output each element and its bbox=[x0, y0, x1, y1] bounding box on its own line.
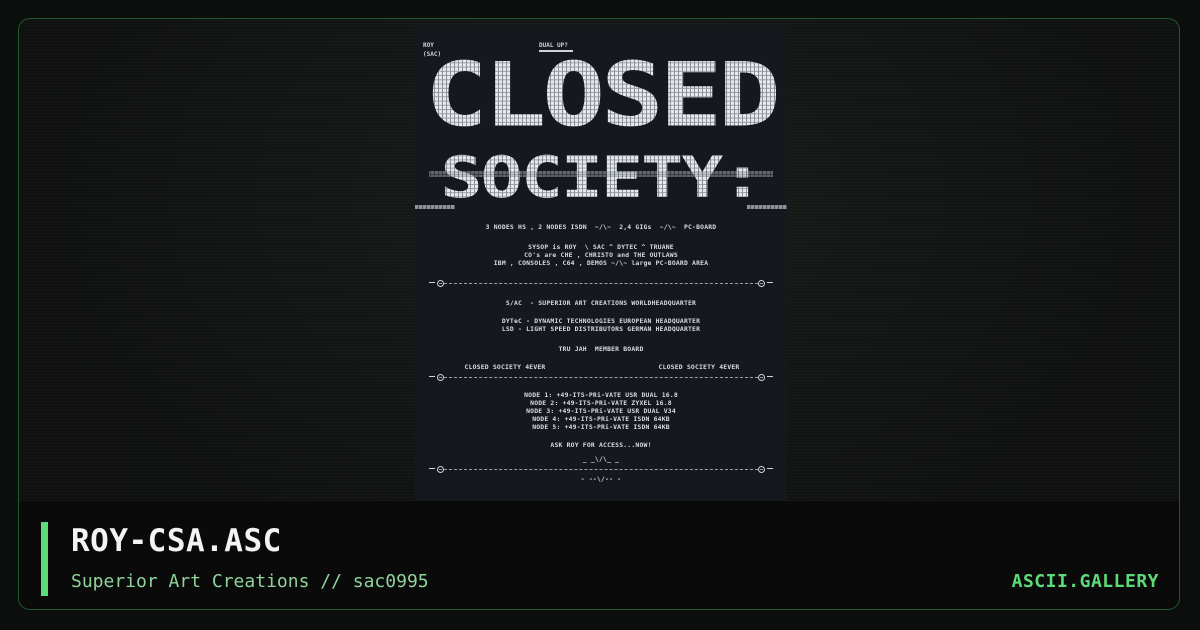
ascii-line: CO's are CHE , CHRISTO and THE OUTLAWS bbox=[524, 251, 678, 259]
ascii-line: _ _\/\_ _ bbox=[582, 455, 620, 463]
art-title: ROY-CSA.ASC bbox=[71, 523, 282, 559]
ascii-line: TRU JAH MEMBER BOARD bbox=[558, 345, 644, 353]
ascii-line: 3 NODES HS , 2 NODES ISDN ~/\~ 2,4 GIGs … bbox=[485, 223, 717, 231]
ascii-art-preview: ROY (SAC) DUAL UP? CLOSED SOCIETY: 3 NODE… bbox=[415, 25, 787, 501]
ascii-divider bbox=[429, 465, 773, 473]
ascii-line: NODE 3: +49-ITS-PRi-VATE USR DUAL V34 bbox=[526, 407, 676, 415]
ascii-line: NODE 2: +49-ITS-PRi-VATE ZYXEL 16.8 bbox=[530, 399, 672, 407]
ascii-line: - --\/-- - bbox=[580, 475, 622, 483]
ascii-line: LSD - LIGHT SPEED DISTRIBUTORS GERMAN HE… bbox=[501, 325, 701, 333]
card-frame: ROY (SAC) DUAL UP? CLOSED SOCIETY: 3 NODE… bbox=[18, 18, 1180, 610]
ascii-line: IBM , CONSOLES , C64 , DEMOS ~/\~ large … bbox=[493, 259, 709, 267]
ascii-line: S/AC - SUPERIOR ART CREATIONS WORLDHEADQ… bbox=[505, 299, 697, 307]
ascii-line: NODE 4: +49-ITS-PRi-VATE ISDN 64KB bbox=[532, 415, 670, 423]
ascii-divider bbox=[429, 279, 773, 287]
ascii-line: SYSOP is ROY \ SAC ^ DYTEC ^ TRUANE bbox=[528, 243, 674, 251]
closed-society-logo: ROY (SAC) DUAL UP? CLOSED SOCIETY: bbox=[415, 42, 787, 212]
art-subtitle: Superior Art Creations // sac0995 bbox=[71, 571, 429, 592]
accent-bar bbox=[41, 522, 48, 596]
logo-line2: SOCIETY: bbox=[440, 145, 761, 211]
ascii-divider bbox=[429, 373, 773, 381]
ascii-line: CLOSED SOCIETY 4EVER bbox=[658, 363, 740, 371]
ascii-line: DYTeC - DYNAMIC TECHNOLOGIES EUROPEAN HE… bbox=[501, 317, 701, 325]
ascii-line: ASK ROY FOR ACCESS...NOW! bbox=[550, 441, 652, 449]
ascii-line: NODE 5: +49-ITS-PRi-VATE ISDN 64KB bbox=[532, 423, 670, 431]
caption-bar: ROY-CSA.ASC Superior Art Creations // sa… bbox=[19, 501, 1179, 609]
site-brand[interactable]: ASCII.GALLERY bbox=[1012, 571, 1159, 592]
ascii-line: NODE 1: +49-ITS-PRi-VATE USR DUAL 16.8 bbox=[524, 391, 678, 399]
logo-line1: CLOSED bbox=[425, 43, 777, 146]
